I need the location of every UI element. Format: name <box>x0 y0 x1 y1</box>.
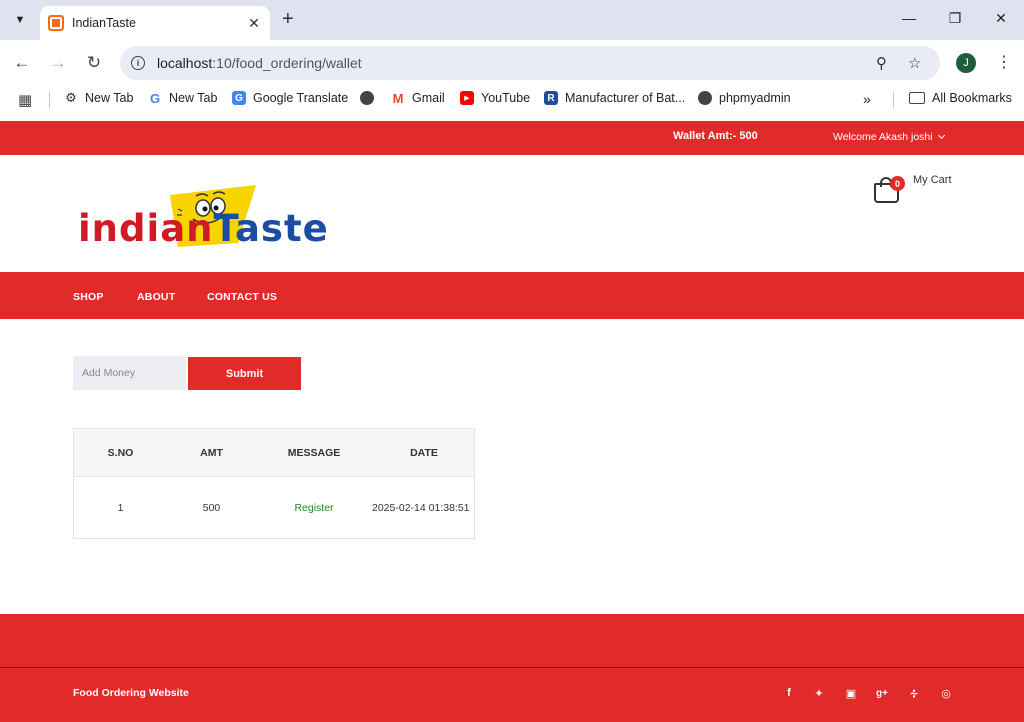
dribbble-icon[interactable]: ◎ <box>939 686 953 700</box>
translate-icon: G <box>232 91 246 105</box>
site-footer: Food Ordering Website f ✦ ▣ g+ ∻ ◎ <box>0 668 1024 722</box>
url-text: localhost:10/food_ordering/wallet <box>157 55 362 71</box>
new-tab-plus-icon[interactable]: + <box>282 9 294 29</box>
footer-top-band <box>0 614 1024 667</box>
header-message: MESSAGE <box>287 447 341 459</box>
my-cart-link[interactable]: My Cart <box>913 174 952 186</box>
main-nav: SHOP ABOUT CONTACT US <box>0 272 1024 319</box>
reload-icon[interactable]: ↻ <box>83 52 105 74</box>
wallet-amount: Wallet Amt:- 500 <box>673 130 758 142</box>
wallet-history-table: S.NO AMT MESSAGE DATE 1 500 Register 202… <box>73 428 475 539</box>
cell-amt: 500 <box>202 502 221 514</box>
profile-avatar[interactable]: J <box>956 53 976 73</box>
bookmark-star-icon[interactable]: ☆ <box>908 54 921 72</box>
bookmark-new-tab-2[interactable]: G New Tab <box>148 90 218 106</box>
nav-shop[interactable]: SHOP <box>73 291 104 303</box>
bookmark-label: Gmail <box>412 91 445 105</box>
bookmark-google-translate[interactable]: G Google Translate <box>232 91 348 105</box>
forward-arrow-icon[interactable]: → <box>47 52 69 74</box>
facebook-icon[interactable]: f <box>782 686 796 700</box>
youtube-icon: ▶ <box>460 91 474 105</box>
bookmarks-bar: ▦ ⚙ New Tab G New Tab G Google Translate… <box>0 86 1024 114</box>
user-menu[interactable]: Welcome Akash joshi <box>833 131 945 143</box>
bookmark-label: phpmyadmin <box>719 91 791 105</box>
more-bookmarks-chevron-icon[interactable]: » <box>863 91 871 107</box>
tab-title: IndianTaste <box>72 16 136 30</box>
menu-kebab-icon[interactable]: ⋮ <box>996 52 1012 72</box>
globe-icon <box>360 91 374 105</box>
welcome-text: Welcome Akash joshi <box>833 131 933 143</box>
url-path: :10/food_ordering/wallet <box>212 55 362 71</box>
minimize-icon[interactable]: — <box>899 10 919 26</box>
header-sno: S.NO <box>107 447 134 459</box>
table-row: 1 500 Register 2025-02-14 01:38:51 <box>74 477 474 538</box>
zoom-icon[interactable]: ⚲ <box>876 54 887 72</box>
header-date: DATE <box>410 447 438 459</box>
cart-count-badge: 0 <box>890 176 905 191</box>
bookmark-phpmyadmin[interactable]: phpmyadmin <box>698 91 791 105</box>
browser-toolbar: ← → ↻ i localhost:10/food_ordering/walle… <box>0 40 1024 86</box>
folder-icon <box>909 92 925 104</box>
tab-search-button[interactable]: ▼ <box>8 8 32 32</box>
apps-grid-icon[interactable]: ▦ <box>18 91 32 109</box>
browser-tab[interactable]: IndianTaste ✕ <box>40 6 270 40</box>
chevron-down-icon: ▼ <box>14 14 26 26</box>
bookmark-manufacturer[interactable]: R Manufacturer of Bat... <box>544 91 685 105</box>
top-bar: Wallet Amt:- 500 Welcome Akash joshi <box>0 121 1024 155</box>
close-tab-icon[interactable]: ✕ <box>246 15 262 32</box>
close-window-icon[interactable]: ✕ <box>991 10 1011 27</box>
bookmarks-divider <box>49 92 50 108</box>
nav-contact-us[interactable]: CONTACT US <box>207 291 277 303</box>
cell-message: Register <box>294 502 334 514</box>
browser-tab-strip: ▼ IndianTaste ✕ + — ❐ ✕ <box>0 0 1024 40</box>
all-bookmarks[interactable]: All Bookmarks <box>909 91 1012 105</box>
submit-button[interactable]: Submit <box>188 357 301 390</box>
bookmark-label: Manufacturer of Bat... <box>565 91 686 105</box>
logo-word-taste: Taste <box>213 207 329 250</box>
bookmark-new-tab-1[interactable]: ⚙ New Tab <box>64 90 134 105</box>
restore-icon[interactable]: ❐ <box>945 10 965 27</box>
back-arrow-icon[interactable]: ← <box>11 52 33 74</box>
google-plus-icon[interactable]: g+ <box>875 686 889 700</box>
google-icon: G <box>149 90 161 106</box>
gmail-icon: M <box>392 90 404 106</box>
footer-copyright: Food Ordering Website <box>73 687 189 699</box>
bookmark-label: New Tab <box>169 91 218 105</box>
rss-icon[interactable]: ∻ <box>907 686 921 700</box>
xampp-favicon-icon <box>48 15 64 31</box>
chevron-down-icon <box>937 131 945 140</box>
url-host: localhost <box>157 55 213 71</box>
all-bookmarks-label: All Bookmarks <box>932 91 1012 105</box>
globe-icon <box>698 91 712 105</box>
logo-wordmark: indianTaste <box>78 209 329 249</box>
bookmarks-divider <box>893 92 894 108</box>
logo-word-indian: indian <box>78 207 214 250</box>
bookmark-youtube[interactable]: ▶ YouTube <box>460 91 530 105</box>
table-header-row: S.NO AMT MESSAGE DATE <box>74 429 474 477</box>
add-money-input[interactable] <box>73 356 186 390</box>
gear-icon: ⚙ <box>65 90 77 105</box>
cell-date: 2025-02-14 01:38:51 <box>372 502 470 514</box>
r-icon: R <box>544 91 558 105</box>
site-info-icon[interactable]: i <box>131 56 145 70</box>
header-amt: AMT <box>200 447 223 459</box>
cell-sno: 1 <box>117 502 124 514</box>
site-header: indianTaste My Cart <box>0 155 1024 272</box>
nav-about[interactable]: ABOUT <box>137 291 175 303</box>
bookmark-label: Google Translate <box>253 91 349 105</box>
bookmark-gmail[interactable]: M Gmail <box>391 90 445 106</box>
site-logo[interactable]: indianTaste <box>78 181 338 256</box>
address-bar[interactable]: i localhost:10/food_ordering/wallet ⚲ ☆ <box>120 46 940 80</box>
bookmark-label: New Tab <box>85 91 134 105</box>
instagram-icon[interactable]: ▣ <box>844 686 858 700</box>
bookmark-label: YouTube <box>481 91 531 105</box>
twitter-icon[interactable]: ✦ <box>812 686 826 700</box>
bookmark-globe[interactable] <box>360 91 381 105</box>
